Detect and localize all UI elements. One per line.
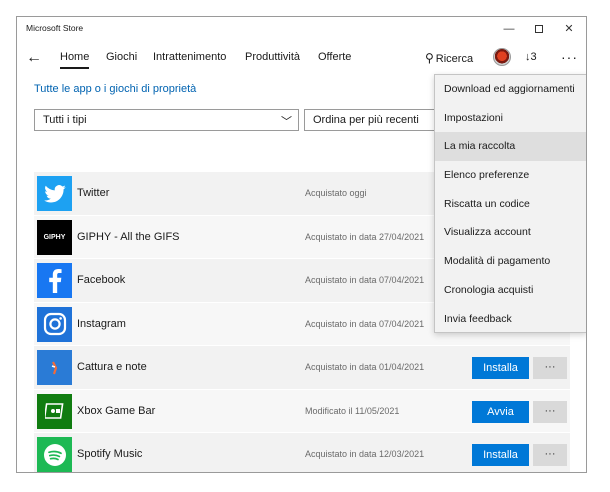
instagram-icon (37, 306, 72, 342)
close-icon[interactable]: ✕ (553, 17, 585, 41)
app-status: Acquistato in data 07/04/2021 (305, 275, 425, 285)
app-status: Modificato il 11/05/2021 (305, 405, 400, 416)
menu-item-purchase-history[interactable]: Cronologia acquisti (435, 276, 586, 305)
search-button[interactable]: ⚲ Ricerca (425, 51, 473, 65)
app-status: Acquistato in data 12/03/2021 (305, 449, 425, 459)
owned-apps-link[interactable]: Tutte le app o i giochi di proprietà (34, 83, 196, 95)
list-item[interactable]: Spotify Music Acquistato in data 12/03/2… (34, 433, 570, 472)
sort-value: Ordina per più recenti (313, 114, 419, 126)
menu-item-settings[interactable]: Impostazioni (435, 104, 586, 133)
app-name: Spotify Music (77, 448, 143, 460)
app-name: Instagram (77, 317, 126, 330)
app-status: Acquistato in data 01/04/2021 (305, 362, 425, 372)
app-name: Facebook (77, 274, 126, 286)
tab-productivity[interactable]: Produttività (245, 51, 300, 63)
menu-item-payment-options[interactable]: Modalità di pagamento (435, 247, 586, 276)
store-window: Microsoft Store — ✕ ← Home Giochi Intrat… (16, 16, 587, 473)
app-name: Xbox Game Bar (77, 404, 156, 417)
xbox-game-bar-icon (37, 393, 72, 429)
chevron-down-icon: ﹀ (281, 116, 292, 128)
launch-button[interactable]: Avvia (472, 400, 529, 423)
app-name: Twitter (77, 187, 110, 199)
menu-item-send-feedback[interactable]: Invia feedback (435, 305, 586, 334)
menu-item-redeem-code[interactable]: Riscatta un codice (435, 190, 586, 219)
spotify-icon (37, 437, 72, 472)
title-bar: Microsoft Store — ✕ (17, 17, 586, 41)
app-status: Acquistato in data 07/04/2021 (305, 318, 425, 329)
nav-bar: ← Home Giochi Intrattenimento Produttivi… (17, 43, 586, 73)
type-filter-value: Tutti i tipi (43, 114, 87, 126)
back-arrow-icon[interactable]: ← (23, 47, 45, 69)
snip-sketch-icon (37, 350, 72, 385)
tab-home[interactable]: Home (60, 51, 90, 69)
tab-deals[interactable]: Offerte (318, 51, 351, 63)
giphy-logo-text: GIPHY (43, 233, 66, 241)
search-label: Ricerca (435, 53, 474, 65)
avatar[interactable] (493, 48, 511, 66)
tab-games[interactable]: Giochi (106, 51, 137, 63)
menu-item-downloads[interactable]: Download ed aggiornamenti (435, 75, 586, 104)
list-item[interactable]: Cattura e note Acquistato in data 01/04/… (34, 346, 570, 390)
more-actions-button[interactable]: ··· (533, 357, 567, 379)
more-actions-button[interactable]: ··· (533, 400, 567, 423)
list-item[interactable]: Xbox Game Bar Modificato il 11/05/2021 A… (34, 389, 570, 433)
sort-select[interactable]: Ordina per più recenti (304, 109, 444, 131)
menu-item-my-library[interactable]: La mia raccolta (435, 132, 586, 162)
app-status: Acquistato in data 27/04/2021 (305, 231, 425, 242)
app-name: GIPHY - All the GIFS (77, 230, 180, 243)
install-button[interactable]: Installa (472, 444, 529, 466)
facebook-icon (37, 263, 72, 298)
more-options-menu: Download ed aggiornamenti Impostazioni L… (434, 74, 586, 334)
search-icon: ⚲ (425, 51, 434, 65)
app-status: Acquistato oggi (305, 188, 367, 198)
menu-item-wishlist[interactable]: Elenco preferenze (435, 161, 586, 190)
app-title: Microsoft Store (26, 23, 84, 33)
more-options-icon[interactable]: ··· (561, 49, 578, 65)
twitter-icon (37, 176, 72, 211)
menu-item-view-account[interactable]: Visualizza account (435, 218, 586, 247)
install-button[interactable]: Installa (472, 357, 529, 379)
minimize-icon[interactable]: — (493, 17, 525, 41)
more-actions-button[interactable]: ··· (533, 444, 567, 466)
giphy-icon: GIPHY (37, 219, 72, 255)
type-filter-select[interactable]: Tutti i tipi ﹀ (34, 109, 299, 131)
app-name: Cattura e note (77, 361, 147, 373)
downloads-count: 3 (530, 51, 537, 63)
downloads-button[interactable]: ↓3 (525, 51, 537, 63)
maximize-icon[interactable] (523, 17, 555, 41)
tab-entertainment[interactable]: Intrattenimento (153, 51, 226, 63)
